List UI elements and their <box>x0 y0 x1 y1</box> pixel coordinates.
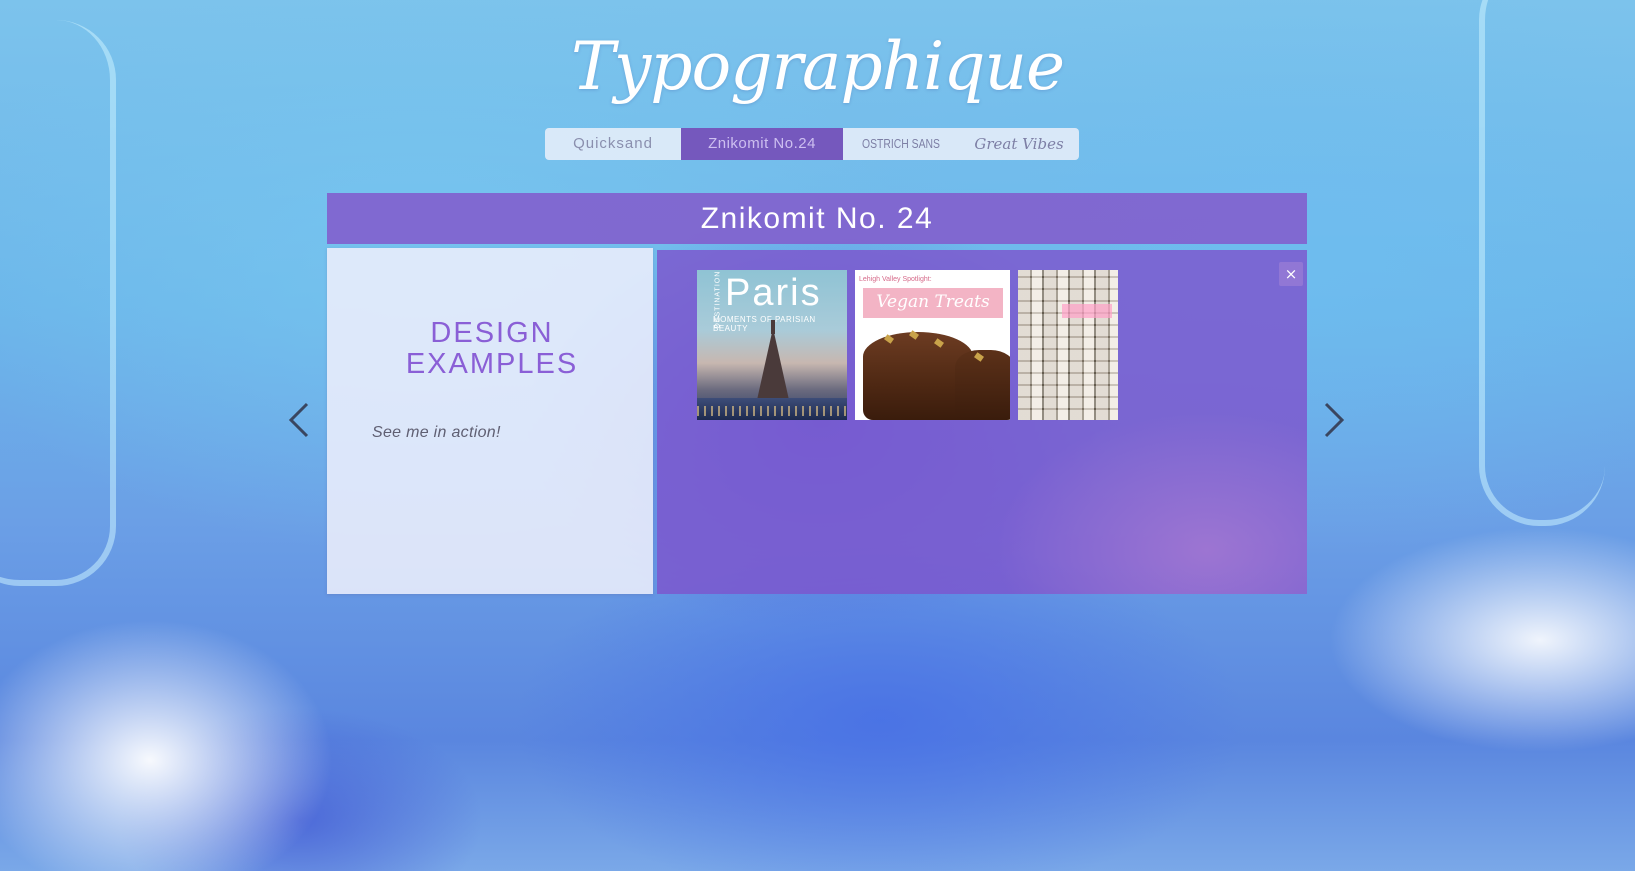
thumbnail-paris[interactable]: DESTINATION Paris MOMENTS OF PARISIAN BE… <box>697 270 847 420</box>
chevron-left-icon[interactable] <box>285 400 313 440</box>
cake-image-secondary <box>955 350 1010 420</box>
gallery-panel: × DESTINATION Paris MOMENTS OF PARISIAN … <box>657 250 1307 594</box>
slide-title: Znikomit No. 24 <box>327 193 1307 244</box>
thumbnail-vegan-treats[interactable]: Lehigh Valley Spotlight: Vegan Treats <box>855 270 1010 420</box>
nav-item-great-vibes[interactable]: Great Vibes <box>959 128 1079 160</box>
paris-title: Paris <box>725 272 822 314</box>
design-examples-heading: DESIGN EXAMPLES <box>327 318 657 380</box>
photo-stack-label-bar <box>1062 304 1112 318</box>
vegan-title: Vegan Treats <box>876 292 990 312</box>
font-nav: Quicksand Znikomit No.24 OSTRICH SANS Gr… <box>545 128 1079 160</box>
tagline: See me in action! <box>372 424 501 441</box>
city-lights <box>697 406 847 416</box>
eiffel-tower-image <box>757 328 789 400</box>
heading-line-2: EXAMPLES <box>405 348 579 380</box>
vegan-small-text: Lehigh Valley Spotlight: <box>859 276 932 283</box>
nav-item-quicksand[interactable]: Quicksand <box>545 128 681 160</box>
heading-line-1: DESIGN <box>430 317 554 349</box>
close-icon[interactable]: × <box>1279 262 1303 286</box>
nav-item-znikomit[interactable]: Znikomit No.24 <box>681 128 843 160</box>
photo-stack-overlay <box>1018 270 1118 420</box>
thumbnail-photo-stack[interactable] <box>1018 270 1118 420</box>
chevron-right-icon[interactable] <box>1320 400 1348 440</box>
site-logo: Typographique <box>570 28 1065 105</box>
nav-item-ostrich-sans[interactable]: OSTRICH SANS <box>855 128 948 160</box>
info-panel: DESIGN EXAMPLES See me in action! <box>327 248 653 594</box>
